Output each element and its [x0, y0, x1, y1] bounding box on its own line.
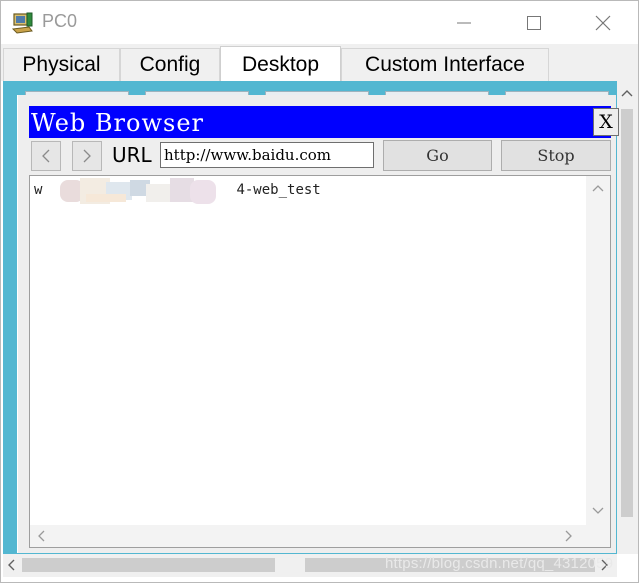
browser-title: Web Browser [31, 109, 204, 137]
back-arrow-icon [42, 149, 50, 163]
tab-physical[interactable]: Physical [3, 48, 120, 81]
watermark-text: https://blog.csdn.net/qq_4312059 [385, 555, 614, 572]
scroll-up-icon[interactable] [591, 183, 605, 193]
scroll-left-icon[interactable] [36, 529, 46, 543]
maximize-icon [527, 15, 541, 30]
close-icon [595, 15, 611, 30]
forward-arrow-icon [83, 149, 91, 163]
stop-button[interactable]: Stop [501, 140, 611, 171]
tab-custom-interface[interactable]: Custom Interface [341, 48, 549, 81]
minimize-button[interactable] [429, 1, 499, 44]
scroll-corner [586, 525, 610, 547]
tab-bar: Physical Config Desktop Custom Interface [1, 44, 638, 82]
page-view[interactable]: w 4-web_test [29, 175, 611, 548]
scroll-right-icon[interactable] [564, 529, 574, 543]
tab-config[interactable]: Config [120, 48, 220, 81]
app-window: PC0 Physical Config Desktop Custom Inter… [0, 0, 639, 583]
scroll-left-icon[interactable] [5, 558, 17, 572]
pc-app-icon [11, 11, 35, 35]
scroll-up-icon[interactable] [620, 87, 634, 99]
back-button[interactable] [31, 141, 61, 171]
web-browser-panel: Web Browser X URL http://www.baidu.com G… [17, 95, 619, 553]
page-text-start: w [34, 182, 43, 198]
maximize-button[interactable] [499, 1, 569, 44]
url-input[interactable]: http://www.baidu.com [160, 142, 374, 168]
forward-button[interactable] [72, 141, 102, 171]
page-horizontal-scrollbar[interactable] [30, 525, 586, 547]
page-text-end: 4-web_test [236, 182, 321, 198]
outer-vertical-scrollbar[interactable] [617, 81, 638, 554]
title-bar: PC0 [1, 1, 638, 44]
minimize-icon [457, 22, 471, 23]
close-button[interactable] [568, 1, 638, 44]
browser-close-button[interactable]: X [593, 108, 619, 136]
tab-desktop[interactable]: Desktop [220, 46, 341, 82]
browser-title-bar: Web Browser X [29, 106, 619, 138]
scroll-down-icon[interactable] [591, 506, 605, 516]
outer-vertical-scroll-thumb[interactable] [621, 109, 633, 517]
redaction-blur [60, 178, 216, 204]
window-title: PC0 [42, 11, 78, 31]
page-vertical-scrollbar[interactable] [586, 176, 610, 525]
url-label: URL [112, 143, 152, 167]
go-button[interactable]: Go [383, 140, 492, 171]
outer-horizontal-scroll-thumb[interactable] [22, 558, 275, 572]
